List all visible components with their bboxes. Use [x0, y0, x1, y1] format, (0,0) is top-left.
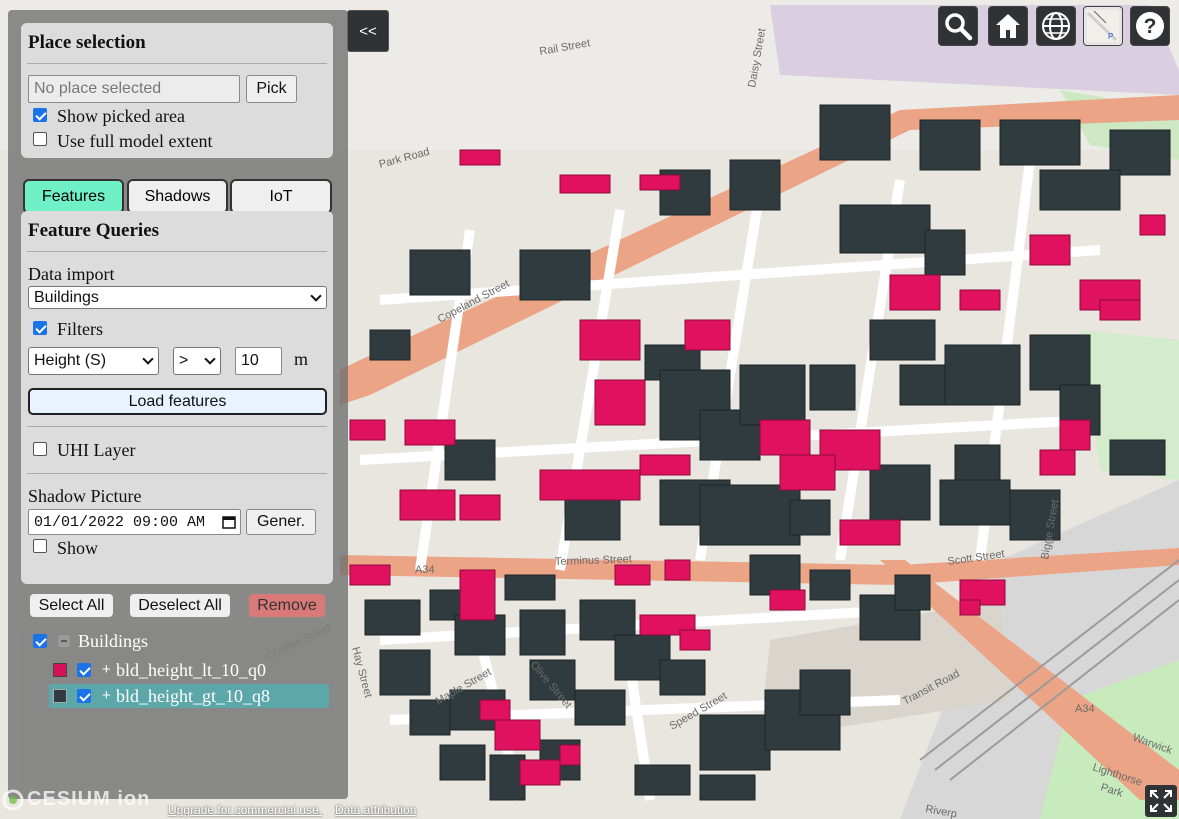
uhi-layer-label: UHI Layer: [57, 440, 136, 460]
expand-icon[interactable]: +: [102, 687, 111, 704]
tab-iot[interactable]: IoT: [230, 179, 332, 214]
filter-unit-label: m: [294, 349, 309, 369]
shadow-datetime-input[interactable]: 01/01/2022 09:00 AM: [28, 509, 241, 535]
use-full-extent-label: Use full model extent: [57, 131, 213, 151]
divider: [27, 251, 327, 252]
load-features-button[interactable]: Load features: [28, 388, 327, 415]
layer-label: bld_height_lt_10_q0: [116, 660, 266, 680]
home-button[interactable]: [988, 6, 1028, 46]
tab-shadows[interactable]: Shadows: [127, 179, 228, 214]
filter-operator-value: >: [179, 352, 189, 369]
show-shadow-checkbox[interactable]: [33, 539, 47, 553]
globe-icon: [1042, 12, 1070, 40]
cesium-logo-text: CESIUM ion: [27, 788, 151, 810]
use-full-extent-checkbox[interactable]: [33, 132, 47, 146]
side-panel: Place selection No place selected Pick S…: [8, 10, 348, 799]
buildings-group-label: Buildings: [78, 631, 149, 651]
select-all-button[interactable]: Select All: [29, 593, 114, 618]
layer-checkbox[interactable]: [77, 689, 91, 703]
divider: [27, 63, 327, 64]
collapse-group-icon[interactable]: [58, 635, 70, 647]
upgrade-link[interactable]: Upgrade for commercial use.: [168, 803, 322, 817]
filter-value-input[interactable]: 10: [235, 347, 282, 375]
feature-queries-title: Feature Queries: [28, 220, 160, 241]
place-selection-card: Place selection No place selected Pick S…: [21, 23, 333, 158]
chevron-down-icon: [204, 353, 216, 365]
base-layer-picker-button[interactable]: P: [1083, 6, 1123, 46]
calendar-icon[interactable]: [222, 515, 236, 529]
layer-tree: Buildings + bld_height_lt_10_q0 + bld_he…: [21, 626, 333, 786]
show-picked-area-label: Show picked area: [57, 106, 185, 126]
home-icon: [996, 14, 1020, 38]
buildings-group-checkbox[interactable]: [33, 634, 47, 648]
show-shadow-label: Show: [57, 538, 99, 558]
collapse-panel-button[interactable]: <<: [347, 10, 389, 52]
filter-operator-select[interactable]: >: [173, 347, 221, 375]
generate-shadow-button[interactable]: Gener.: [246, 509, 316, 535]
filters-label: Filters: [57, 319, 104, 339]
layer-checkbox[interactable]: [77, 663, 91, 677]
fullscreen-icon: [1150, 790, 1172, 812]
data-attribution-link[interactable]: Data attribution: [335, 803, 416, 817]
cesium-logo-icon: [2, 789, 24, 810]
fullscreen-button[interactable]: [1145, 785, 1177, 817]
help-button[interactable]: ?: [1130, 6, 1170, 46]
deselect-all-button[interactable]: Deselect All: [129, 593, 231, 618]
tab-features[interactable]: Features: [23, 179, 124, 214]
pick-button[interactable]: Pick: [246, 75, 297, 103]
search-button[interactable]: [938, 6, 978, 46]
shadow-datetime-value: 01/01/2022 09:00 AM: [34, 513, 206, 531]
data-import-label: Data import: [28, 264, 115, 284]
data-import-value: Buildings: [34, 288, 99, 306]
layer-label: bld_height_gt_10_q8: [116, 686, 270, 706]
chevron-down-icon: [142, 353, 154, 365]
cesium-logo[interactable]: CESIUM ion: [2, 788, 150, 811]
search-icon: [945, 13, 973, 41]
divider: [27, 426, 327, 427]
data-import-select[interactable]: Buildings: [28, 286, 327, 309]
svg-text:A34: A34: [1075, 703, 1095, 715]
svg-text:A34: A34: [415, 564, 435, 576]
help-icon: ?: [1136, 12, 1164, 40]
filter-attribute-select[interactable]: Height (S): [28, 347, 159, 375]
feature-queries-card: Feature Queries Data import Buildings Fi…: [21, 211, 333, 584]
divider: [27, 473, 327, 474]
svg-text:P: P: [1108, 32, 1113, 41]
svg-text:?: ?: [1144, 15, 1157, 38]
layer-color-swatch: [53, 663, 67, 677]
filter-attribute-value: Height (S): [34, 352, 107, 369]
layer-row-selected[interactable]: + bld_height_gt_10_q8: [49, 684, 329, 708]
layer-row[interactable]: + bld_height_lt_10_q0: [49, 659, 329, 682]
place-selection-title: Place selection: [28, 32, 146, 53]
expand-icon[interactable]: +: [102, 661, 111, 678]
remove-button[interactable]: Remove: [248, 593, 326, 618]
chevron-down-icon: [310, 289, 322, 302]
uhi-layer-checkbox[interactable]: [33, 442, 47, 456]
scene-mode-button[interactable]: [1036, 6, 1076, 46]
layer-color-swatch: [53, 689, 67, 703]
base-layer-icon: P: [1086, 10, 1119, 42]
filters-checkbox[interactable]: [33, 321, 47, 335]
place-input[interactable]: No place selected: [28, 75, 240, 103]
show-picked-area-checkbox[interactable]: [33, 108, 47, 122]
shadow-picture-label: Shadow Picture: [28, 486, 142, 506]
